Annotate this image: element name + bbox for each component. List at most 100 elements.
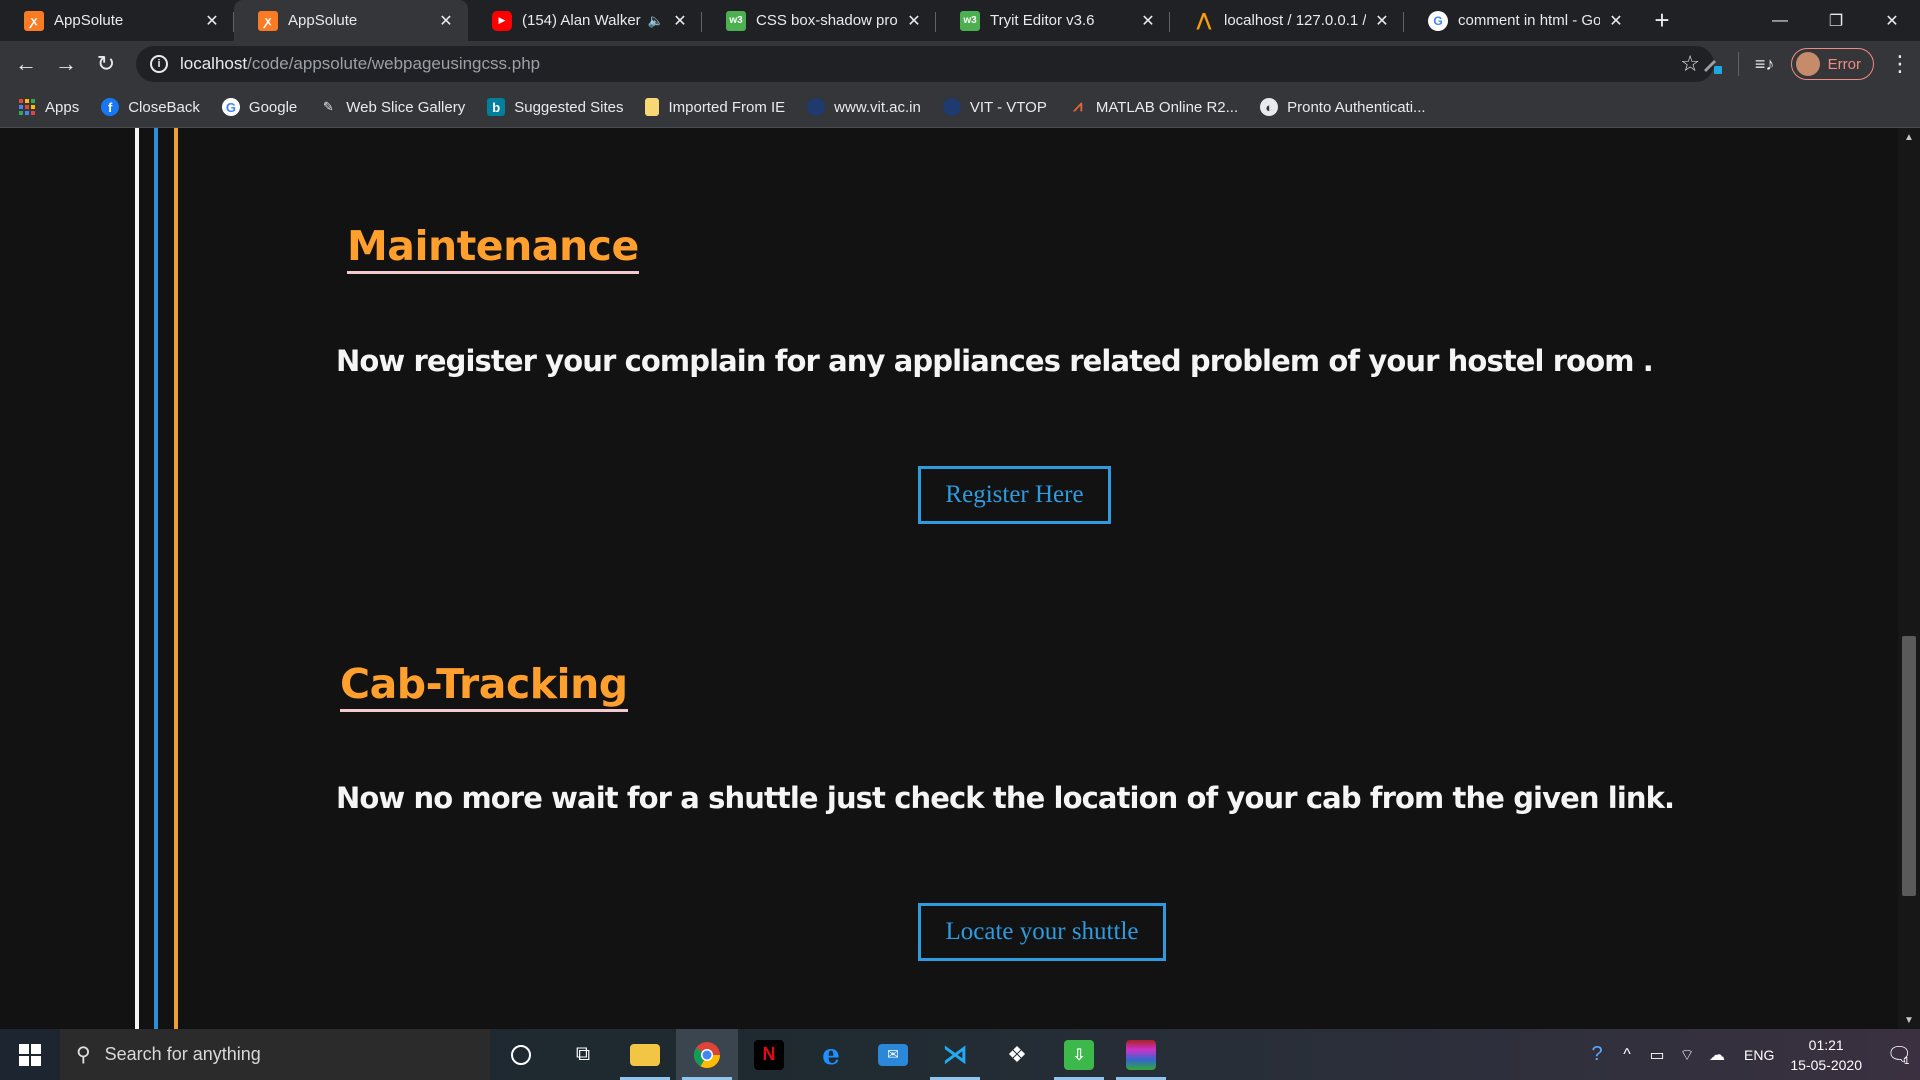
new-tab-button[interactable]: + xyxy=(1644,0,1680,41)
phpmyadmin-icon: ⋀ xyxy=(1196,10,1212,30)
clock[interactable]: 01:21 15-05-2020 xyxy=(1790,1035,1862,1075)
vscode-button[interactable]: ⋊ xyxy=(924,1029,986,1080)
decor-line-orange xyxy=(174,128,178,1029)
title-underline xyxy=(347,271,639,274)
google-icon: G xyxy=(1428,10,1448,31)
chrome-menu-icon[interactable]: ⋮ xyxy=(1880,44,1920,84)
file-explorer-icon xyxy=(630,1043,660,1066)
tab-css-box-shadow[interactable]: w3 CSS box-shadow prope ✕ xyxy=(702,0,936,41)
address-bar[interactable]: i localhost /code/appsolute/webpageusing… xyxy=(136,46,1714,82)
show-hidden-icons-icon[interactable]: ^ xyxy=(1612,1046,1642,1064)
battery-icon[interactable]: ▭ xyxy=(1642,1045,1672,1065)
edge-button[interactable]: e xyxy=(800,1029,862,1080)
bookmark-web-slice-gallery[interactable]: ✎ Web Slice Gallery xyxy=(319,98,465,116)
bookmark-apps[interactable]: Apps xyxy=(18,98,79,116)
windows-taskbar: ⚲ Search for anything ⧉ N e ✉ ⋊ ❖ ⇩ ? ^ … xyxy=(0,1029,1920,1080)
netflix-icon: N xyxy=(754,1039,784,1070)
tab-close-icon[interactable]: ✕ xyxy=(1608,11,1624,31)
netflix-button[interactable]: N xyxy=(738,1029,800,1080)
tab-close-icon[interactable]: ✕ xyxy=(672,11,688,31)
pronto-icon: ◐ xyxy=(1260,98,1279,116)
file-explorer-button[interactable] xyxy=(614,1029,676,1080)
clock-date: 15-05-2020 xyxy=(1790,1056,1862,1073)
url-host: localhost xyxy=(180,54,248,73)
w3schools-icon: w3 xyxy=(960,10,980,31)
profile-status-label: Error xyxy=(1827,55,1861,73)
wifi-icon[interactable]: ⌔ xyxy=(1672,1045,1702,1065)
cortana-icon xyxy=(511,1044,531,1065)
scrollbar-thumb[interactable] xyxy=(1902,636,1916,896)
scroll-down-arrow-icon[interactable]: ▼ xyxy=(1898,1011,1920,1029)
winrar-icon xyxy=(1126,1039,1156,1070)
bookmark-google[interactable]: G Google xyxy=(221,98,297,116)
extension-pen-icon[interactable] xyxy=(1692,44,1732,84)
site-info-icon[interactable]: i xyxy=(150,55,168,73)
task-view-icon: ⧉ xyxy=(575,1043,591,1065)
tab-youtube[interactable]: ▶ (154) Alan Walker 🔈 ✕ xyxy=(468,0,702,41)
language-indicator[interactable]: ENG xyxy=(1744,1047,1774,1063)
bookmark-vit-vtop[interactable]: VIT - VTOP xyxy=(942,98,1047,116)
tab-title: CSS box-shadow prope xyxy=(756,12,898,29)
tab-tryit-editor[interactable]: w3 Tryit Editor v3.6 ✕ xyxy=(936,0,1170,41)
bookmark-label: Pronto Authenticati... xyxy=(1287,98,1426,116)
tab-strip: ꭗ AppSolute ✕ ꭗ AppSolute ✕ ▶ (154) Alan… xyxy=(0,0,1920,41)
close-window-button[interactable]: ✕ xyxy=(1864,0,1920,41)
page-scrollbar[interactable]: ▲ ▼ xyxy=(1898,128,1920,1029)
bookmark-pronto-authentication[interactable]: ◐ Pronto Authenticati... xyxy=(1260,98,1426,116)
clock-time: 01:21 xyxy=(1808,1036,1844,1053)
start-button[interactable] xyxy=(0,1029,60,1080)
tab-appsolute-2[interactable]: ꭗ AppSolute ✕ xyxy=(234,0,468,41)
tab-title: AppSolute xyxy=(54,12,124,29)
scroll-up-arrow-icon[interactable]: ▲ xyxy=(1898,128,1920,146)
tab-close-icon[interactable]: ✕ xyxy=(906,11,922,31)
tab-close-icon[interactable]: ✕ xyxy=(438,11,454,31)
locate-shuttle-button[interactable]: Locate your shuttle xyxy=(918,903,1166,961)
tab-phpmyadmin[interactable]: ⋀ localhost / 127.0.0.1 / s ✕ xyxy=(1170,0,1404,41)
tab-close-icon[interactable]: ✕ xyxy=(204,11,220,31)
edge-icon: e xyxy=(822,1038,840,1071)
bookmark-suggested-sites[interactable]: b Suggested Sites xyxy=(487,98,623,116)
search-icon: ⚲ xyxy=(76,1044,91,1066)
tab-close-icon[interactable]: ✕ xyxy=(1140,11,1156,31)
speaker-muted-icon[interactable]: 🔈 xyxy=(648,13,664,29)
chrome-button[interactable] xyxy=(676,1029,738,1080)
cortana-button[interactable] xyxy=(490,1029,552,1080)
facebook-icon: f xyxy=(101,98,120,116)
youtube-icon: ▶ xyxy=(492,10,512,31)
forward-button[interactable]: → xyxy=(46,44,86,84)
cloud-download-button[interactable]: ⇩ xyxy=(1048,1029,1110,1080)
web-slice-icon: ✎ xyxy=(322,99,334,114)
mail-button[interactable]: ✉ xyxy=(862,1029,924,1080)
dropbox-button[interactable]: ❖ xyxy=(986,1029,1048,1080)
reload-button[interactable]: ↻ xyxy=(86,44,126,84)
decor-line-white xyxy=(135,128,139,1029)
tab-google-search[interactable]: G comment in html - Goo ✕ xyxy=(1404,0,1638,41)
windows-logo-icon xyxy=(19,1043,41,1066)
window-controls: — ❐ ✕ xyxy=(1752,0,1920,41)
mail-icon: ✉ xyxy=(878,1043,908,1066)
bookmark-matlab-online[interactable]: ⩘ MATLAB Online R2... xyxy=(1069,98,1238,116)
bookmark-label: Web Slice Gallery xyxy=(346,98,466,116)
notification-center-button[interactable]: 🗨 1 xyxy=(1876,1029,1920,1080)
winrar-button[interactable] xyxy=(1110,1029,1172,1080)
bookmark-label: Suggested Sites xyxy=(514,98,624,116)
tab-title: Tryit Editor v3.6 xyxy=(990,12,1095,29)
bing-icon: b xyxy=(487,98,506,116)
bookmark-imported-from-ie[interactable]: Imported From IE xyxy=(645,98,785,116)
tab-close-icon[interactable]: ✕ xyxy=(1374,11,1390,31)
help-icon[interactable]: ? xyxy=(1582,1043,1612,1066)
bookmark-vit-ac-in[interactable]: www.vit.ac.in xyxy=(807,98,921,116)
restore-button[interactable]: ❐ xyxy=(1808,0,1864,41)
system-tray: ? ^ ▭ ⌔ ☁ ENG 01:21 15-05-2020 🗨 1 xyxy=(1582,1029,1920,1080)
register-here-button[interactable]: Register Here xyxy=(918,466,1111,524)
bookmark-closeback[interactable]: f CloseBack xyxy=(101,98,200,116)
bookmark-label: Apps xyxy=(45,98,80,116)
back-button[interactable]: ← xyxy=(6,44,46,84)
minimize-button[interactable]: — xyxy=(1752,0,1808,41)
media-control-icon[interactable]: ≡♪ xyxy=(1745,44,1785,84)
profile-error-button[interactable]: Error xyxy=(1790,48,1874,80)
task-view-button[interactable]: ⧉ xyxy=(552,1029,614,1080)
taskbar-search-box[interactable]: ⚲ Search for anything xyxy=(60,1029,490,1080)
onedrive-icon[interactable]: ☁ xyxy=(1702,1045,1732,1065)
tab-appsolute-1[interactable]: ꭗ AppSolute ✕ xyxy=(0,0,234,41)
